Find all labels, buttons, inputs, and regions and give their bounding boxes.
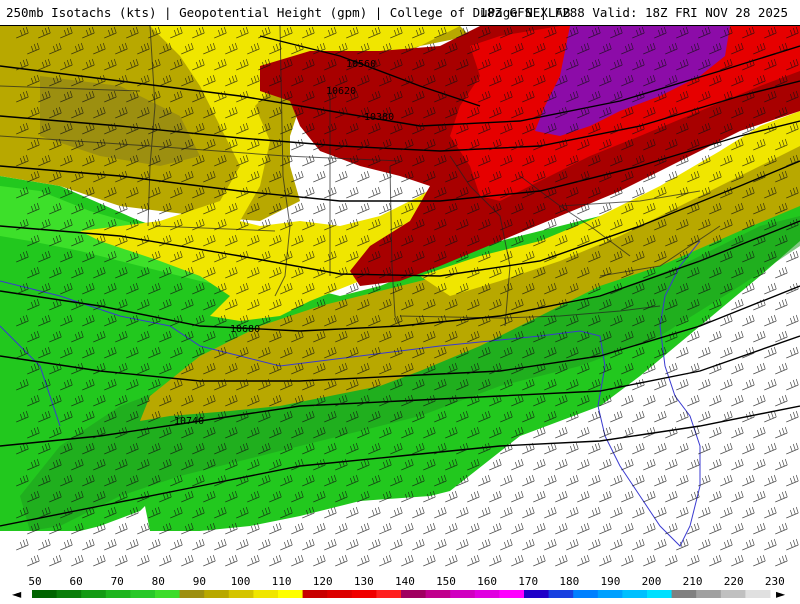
contour-label: 10380 (364, 112, 394, 123)
legend-swatch (450, 590, 476, 598)
legend-tick-label: 90 (193, 575, 206, 588)
contour-label: 10560 (346, 59, 376, 70)
map-header: 250mb Isotachs (kts) | Geopotential Heig… (0, 0, 800, 26)
color-legend: 50 60 70 80 90 100 110 120 130 140 150 160 170 180 190… (0, 574, 800, 601)
legend-canvas: 50 60 70 80 90 100 110 120 130 140 150 160 170 180 190… (12, 575, 786, 601)
legend-swatch (499, 590, 525, 598)
legend-swatch (745, 590, 771, 598)
legend-swatch (105, 590, 131, 598)
legend-tick-label: 170 (518, 575, 538, 588)
legend-swatch (179, 590, 205, 598)
legend-swatch (253, 590, 279, 598)
map-canvas: 10560 10620 10380 10680 10740 (0, 26, 800, 574)
legend-tick-label: 200 (642, 575, 662, 588)
legend-tick-label: 70 (111, 575, 124, 588)
legend-tick-label: 160 (477, 575, 497, 588)
legend-tick-label: 110 (272, 575, 292, 588)
legend-tick-label: 50 (28, 575, 41, 588)
map-title-right: 18Z GFS | F288 Valid: 18Z FRI NOV 28 202… (479, 5, 788, 20)
legend-swatch (81, 590, 107, 598)
contour-label: 10620 (326, 86, 356, 97)
legend-tick-label: 140 (395, 575, 415, 588)
legend-tick-label: 150 (436, 575, 456, 588)
legend-tick-label: 100 (231, 575, 251, 588)
legend-tick-label: 130 (354, 575, 374, 588)
legend-right-arrow-icon: ► (776, 587, 786, 600)
legend-swatch (696, 590, 722, 598)
legend-tick-label: 190 (600, 575, 620, 588)
weather-map: 10560 10620 10380 10680 10740 (0, 26, 800, 574)
legend-swatch (548, 590, 574, 598)
legend-swatch (425, 590, 451, 598)
legend-swatch (351, 590, 377, 598)
legend-swatch (647, 590, 673, 598)
legend-swatches (32, 590, 771, 598)
legend-swatch (573, 590, 599, 598)
legend-swatch (622, 590, 648, 598)
legend-tick-labels: 50 60 70 80 90 100 110 120 130 140 150 160 170 180 190… (28, 575, 784, 588)
legend-tick-label: 60 (69, 575, 82, 588)
contour-label: 10680 (230, 324, 260, 335)
legend-swatch (204, 590, 230, 598)
legend-swatch (32, 590, 58, 598)
legend-swatch (228, 590, 254, 598)
legend-swatch (376, 590, 402, 598)
legend-swatch (474, 590, 500, 598)
contour-label: 10740 (174, 416, 204, 427)
legend-swatch (671, 590, 697, 598)
legend-tick-label: 180 (559, 575, 579, 588)
legend-tick-label: 220 (724, 575, 744, 588)
legend-swatch (56, 590, 82, 598)
legend-swatch (278, 590, 304, 598)
legend-swatch (327, 590, 353, 598)
legend-swatch (524, 590, 550, 598)
legend-swatch (597, 590, 623, 598)
legend-tick-label: 210 (683, 575, 703, 588)
legend-tick-label: 120 (313, 575, 333, 588)
legend-swatch (720, 590, 746, 598)
legend-left-arrow-icon: ◄ (12, 587, 22, 600)
legend-swatch (155, 590, 181, 598)
legend-tick-label: 80 (152, 575, 165, 588)
legend-swatch (302, 590, 328, 598)
legend-swatch (401, 590, 427, 598)
legend-swatch (130, 590, 156, 598)
